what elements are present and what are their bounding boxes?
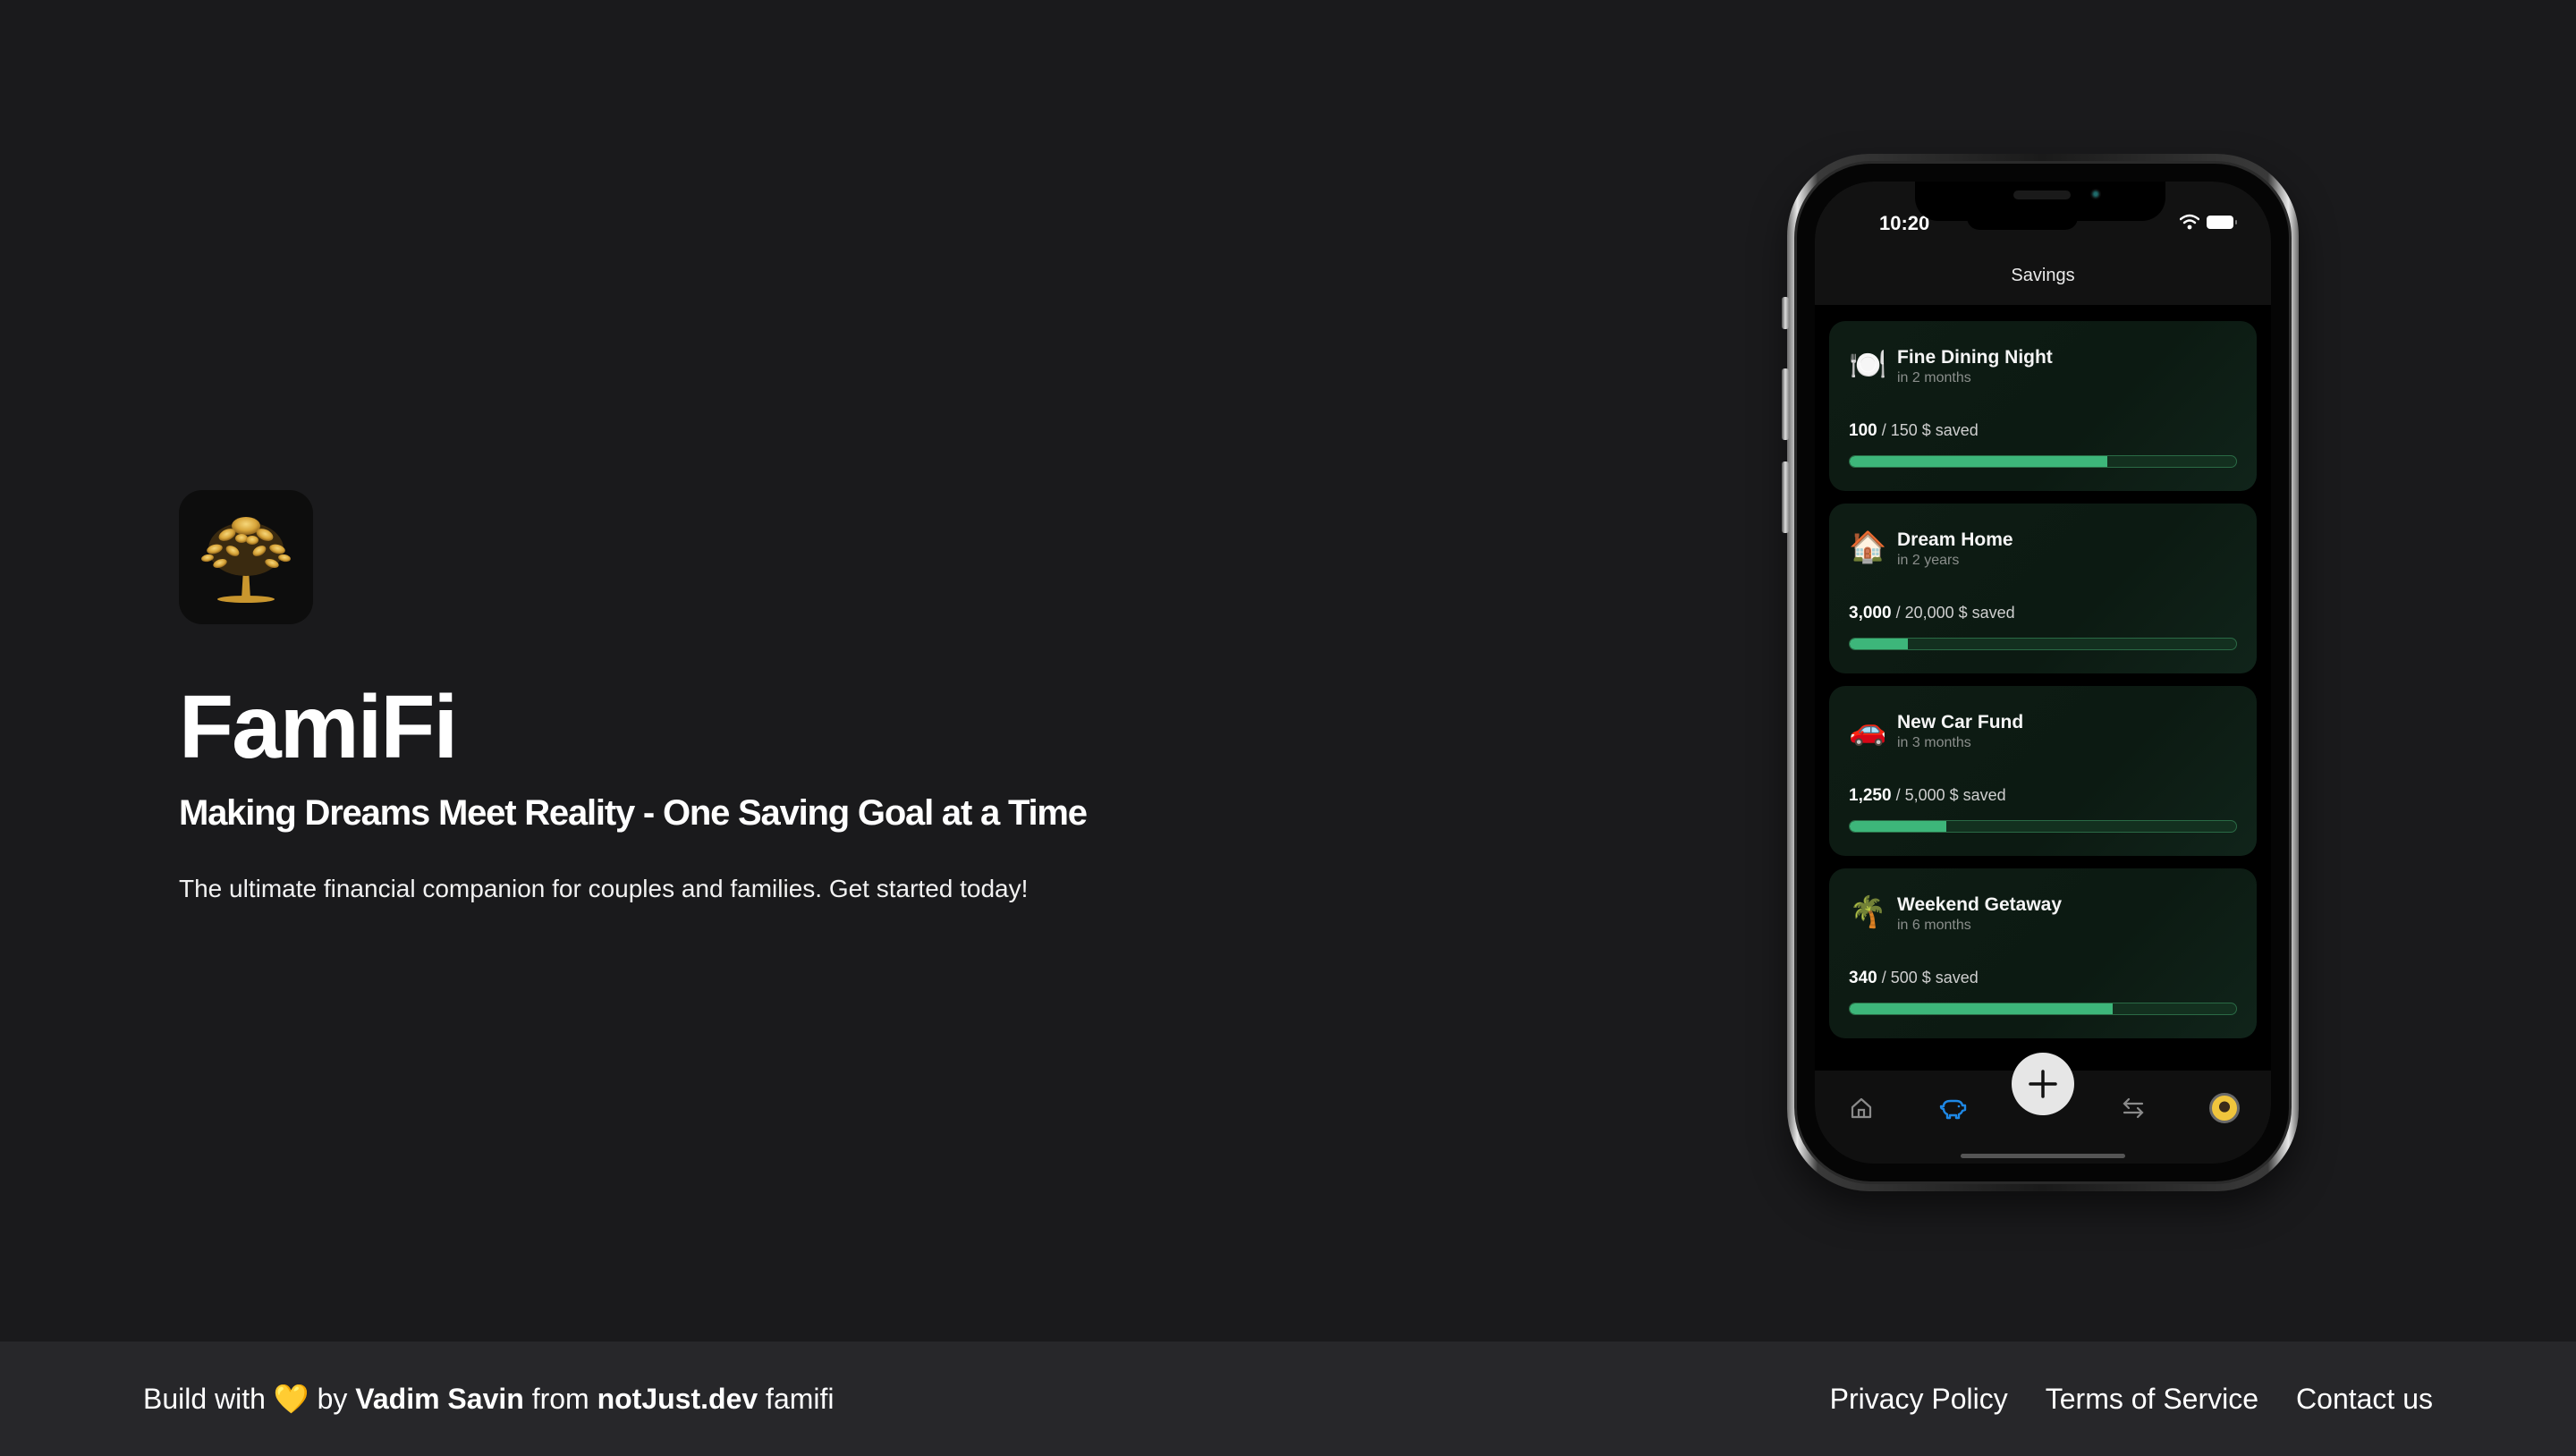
app-title: FamiFi (179, 677, 458, 777)
goal-saved-value: 1,250 (1849, 786, 1892, 805)
palm-tree-icon: 🌴 (1849, 894, 1887, 930)
tab-savings[interactable] (1935, 1090, 1970, 1126)
speaker-grille (2013, 190, 2071, 199)
wifi-icon (2180, 214, 2199, 230)
phone-volume-up (1782, 368, 1789, 440)
project-name: famifi (758, 1383, 835, 1415)
goal-progress-fill (1850, 821, 1946, 832)
plate-cutlery-icon: 🍽️ (1849, 347, 1887, 383)
goal-progress-fill (1850, 456, 2108, 467)
footer-by: by (309, 1383, 356, 1415)
terms-of-service-link[interactable]: Terms of Service (2046, 1383, 2258, 1416)
goal-deadline: in 2 years (1897, 553, 1960, 568)
goal-progress-bar (1849, 820, 2237, 833)
goal-progress-fill (1850, 1003, 2113, 1014)
author-link[interactable]: Vadim Savin (355, 1383, 524, 1415)
tab-home[interactable] (1843, 1090, 1879, 1126)
app-description: The ultimate financial companion for cou… (179, 875, 1029, 902)
screen-header: Savings (1815, 246, 2271, 305)
goal-amount: 3,000 / 20,000 $ saved (1849, 604, 2237, 623)
app-logo (179, 490, 313, 624)
goal-title: Weekend Getaway (1897, 894, 2063, 915)
phone-mockup: 10:20 Savings 🍽️ Fine Dining Night in 2 … (1782, 154, 2299, 1191)
add-goal-button[interactable] (2012, 1053, 2074, 1115)
screen-title: Savings (2011, 265, 2075, 285)
org-link[interactable]: notJust.dev (597, 1383, 758, 1415)
goal-amount: 100 / 150 $ saved (1849, 421, 2237, 441)
hero-section: FamiFi Making Dreams Meet Reality - One … (179, 490, 1342, 905)
goal-amount: 340 / 500 $ saved (1849, 969, 2237, 988)
plus-icon (2029, 1070, 2057, 1098)
status-bar: 10:20 (1815, 182, 2271, 246)
phone-mute-switch (1782, 297, 1789, 329)
goal-progress-bar (1849, 455, 2237, 468)
contact-us-link[interactable]: Contact us (2296, 1383, 2433, 1416)
status-time: 10:20 (1879, 212, 1930, 234)
savings-goal-card[interactable]: 🍽️ Fine Dining Night in 2 months 100 / 1… (1829, 321, 2257, 491)
camera-icon (2090, 189, 2101, 199)
home-indicator (1961, 1154, 2125, 1158)
goal-target-text: / 500 $ saved (1881, 969, 1979, 986)
tab-profile[interactable] (2207, 1090, 2242, 1126)
phone-volume-down (1782, 461, 1789, 533)
phone-bezel: 10:20 Savings 🍽️ Fine Dining Night in 2 … (1794, 161, 2292, 1184)
goal-title: New Car Fund (1897, 712, 2024, 732)
footer-build-with: Build with (143, 1383, 274, 1415)
battery-icon (2207, 216, 2237, 229)
savings-goal-card[interactable]: 🚗 New Car Fund in 3 months 1,250 / 5,000… (1829, 686, 2257, 856)
footer: Build with 💛 by Vadim Savin from notJust… (0, 1342, 2576, 1456)
goal-target-text: / 5,000 $ saved (1895, 786, 2006, 804)
privacy-policy-link[interactable]: Privacy Policy (1830, 1383, 2008, 1416)
home-icon (1851, 1097, 1872, 1119)
footer-credits: Build with 💛 by Vadim Savin from notJust… (143, 1382, 835, 1416)
goal-deadline: in 2 months (1897, 370, 1971, 385)
notch-lower (1967, 216, 2078, 230)
goal-amount: 1,250 / 5,000 $ saved (1849, 786, 2237, 806)
golden-tree-icon (201, 517, 291, 603)
goal-progress-bar (1849, 638, 2237, 650)
goal-title: Fine Dining Night (1897, 347, 2053, 368)
goal-saved-value: 3,000 (1849, 604, 1892, 622)
savings-goals-list: 🍽️ Fine Dining Night in 2 months 100 / 1… (1815, 305, 2271, 1038)
heart-icon: 💛 (273, 1382, 309, 1416)
bottom-tab-bar (1815, 1053, 2271, 1164)
goal-progress-fill (1850, 639, 1908, 649)
goal-title: Dream Home (1897, 529, 2013, 550)
goal-target-text: / 150 $ saved (1881, 421, 1979, 439)
app-tagline: Making Dreams Meet Reality - One Saving … (179, 793, 1088, 833)
tab-transactions[interactable] (2115, 1090, 2151, 1126)
piggy-bank-icon (1939, 1099, 1967, 1120)
savings-goal-card[interactable]: 🌴 Weekend Getaway in 6 months 340 / 500 … (1829, 868, 2257, 1038)
footer-from: from (523, 1383, 597, 1415)
phone-screen: 10:20 Savings 🍽️ Fine Dining Night in 2 … (1815, 182, 2271, 1164)
goal-deadline: in 6 months (1897, 918, 1971, 933)
goal-target-text: / 20,000 $ saved (1895, 604, 2015, 622)
car-icon: 🚗 (1849, 712, 1887, 748)
transfer-arrows-icon (2123, 1097, 2144, 1119)
goal-deadline: in 3 months (1897, 735, 1971, 750)
savings-goal-card[interactable]: 🏠 Dream Home in 2 years 3,000 / 20,000 $… (1829, 504, 2257, 673)
goal-saved-value: 100 (1849, 421, 1877, 440)
footer-links: Privacy Policy Terms of Service Contact … (1830, 1383, 2433, 1416)
house-icon: 🏠 (1849, 529, 1887, 565)
avatar (2209, 1093, 2240, 1123)
goal-saved-value: 340 (1849, 969, 1877, 987)
goal-progress-bar (1849, 1003, 2237, 1015)
